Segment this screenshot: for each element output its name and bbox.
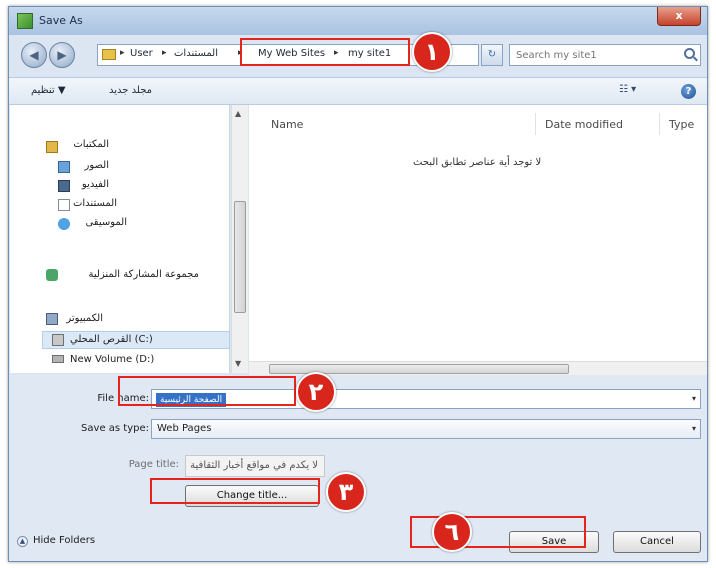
videos-icon	[58, 180, 70, 192]
highlight-breadcrumb	[240, 38, 410, 66]
scrollbar-thumb[interactable]	[234, 201, 246, 313]
views-icon[interactable]: ☷ ▾	[619, 84, 647, 99]
save-type-label: Save as type:	[81, 423, 149, 434]
sidebar-item-libraries[interactable]: المكتبات	[73, 139, 109, 150]
file-list: Name Date modified Type لا توجد أية عناص…	[249, 105, 707, 361]
navigation-scrollbar[interactable]: ▲ ▼	[231, 105, 248, 373]
scroll-down-icon[interactable]: ▼	[235, 359, 241, 368]
save-type-select[interactable]: Web Pages ▾	[151, 419, 701, 439]
page-title-value: لا يكدم في مواقع أخبار الثقافية	[185, 455, 325, 477]
toolbar: تنظيم ▼ مجلد جديد ☷ ▾ ?	[9, 77, 707, 105]
column-divider	[535, 113, 536, 135]
chevron-up-icon[interactable]: ▲	[17, 536, 28, 547]
title-bar: Save As x	[9, 7, 707, 35]
music-icon	[58, 218, 70, 230]
page-title-label: Page title:	[128, 459, 179, 470]
close-button[interactable]: x	[657, 7, 701, 26]
search-box	[509, 44, 701, 66]
local-disk-icon	[52, 334, 64, 346]
highlight-change-title	[150, 478, 320, 504]
step-badge-1: ١	[412, 32, 452, 72]
sidebar-item-drive-c[interactable]: القرص المحلي (C:)	[70, 334, 153, 345]
sidebar-item-videos[interactable]: الفيديو	[82, 179, 109, 190]
sidebar-item-documents[interactable]: المستندات	[73, 198, 117, 209]
cancel-button[interactable]: Cancel	[613, 531, 701, 553]
chevron-down-icon[interactable]: ▾	[692, 424, 696, 433]
search-input[interactable]	[510, 45, 680, 65]
folder-icon	[102, 49, 116, 60]
back-button[interactable]: ◀	[21, 42, 47, 68]
save-options-panel: File name: الصفحة الرئيسية ▾ Save as typ…	[9, 375, 707, 561]
refresh-button[interactable]: ↻	[481, 44, 503, 66]
sidebar-item-drive-d[interactable]: New Volume (D:)	[70, 354, 154, 365]
sidebar-item-music[interactable]: الموسيقى	[85, 217, 127, 228]
libraries-icon	[46, 141, 58, 153]
highlight-file-name	[118, 376, 296, 406]
pictures-icon	[58, 161, 70, 173]
search-icon[interactable]	[684, 48, 695, 59]
empty-folder-message: لا توجد أية عناصر تطابق البحث	[413, 157, 542, 168]
step-badge-3: ٣	[326, 472, 366, 512]
navigation-pane: المكتبات الصور الفيديو المستندات الموسيق…	[10, 105, 230, 373]
homegroup-icon	[46, 269, 58, 281]
new-folder-button[interactable]: مجلد جديد	[109, 85, 152, 96]
column-name[interactable]: Name	[271, 118, 303, 131]
drive-icon	[52, 355, 64, 363]
organize-button[interactable]: تنظيم ▼	[31, 85, 66, 96]
column-divider	[659, 113, 660, 135]
sidebar-item-pictures[interactable]: الصور	[85, 160, 110, 171]
sidebar-item-computer[interactable]: الكمبيوتر	[66, 313, 103, 324]
column-type[interactable]: Type	[669, 118, 694, 131]
save-type-value: Web Pages	[157, 423, 212, 434]
documents-icon	[58, 199, 70, 211]
sidebar-item-homegroup[interactable]: مجموعة المشاركة المنزلية	[88, 269, 199, 280]
hide-folders-button[interactable]: Hide Folders	[33, 535, 95, 546]
column-date-modified[interactable]: Date modified	[545, 118, 623, 131]
step-badge-6: ٦	[432, 512, 472, 552]
computer-icon	[46, 313, 58, 325]
breadcrumb-separator: ▸	[120, 48, 125, 58]
app-icon	[17, 13, 33, 29]
scroll-up-icon[interactable]: ▲	[235, 109, 241, 118]
step-badge-2: ٢	[296, 372, 336, 412]
forward-button[interactable]: ▶	[49, 42, 75, 68]
breadcrumb-documents[interactable]: المستندات	[174, 48, 218, 59]
breadcrumb-separator: ▸	[162, 48, 167, 58]
breadcrumb-user[interactable]: User	[130, 48, 153, 59]
help-icon[interactable]: ?	[681, 84, 696, 99]
chevron-down-icon[interactable]: ▾	[692, 394, 696, 403]
window-title: Save As	[39, 14, 83, 27]
